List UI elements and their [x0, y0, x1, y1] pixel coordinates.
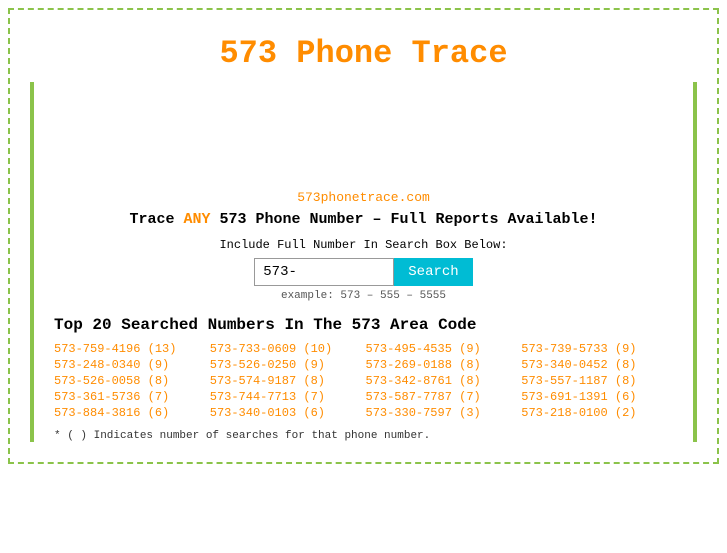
number-link[interactable]: 573-739-5733 (9) [521, 342, 673, 356]
search-label: Include Full Number In Search Box Below: [54, 238, 673, 252]
tagline-prefix: Trace [129, 211, 183, 228]
page-title: 573 Phone Trace [30, 20, 697, 82]
ad-space [54, 82, 673, 182]
tagline-suffix: 573 Phone Number – Full Reports Availabl… [210, 211, 597, 228]
search-input[interactable] [254, 258, 394, 286]
number-link[interactable]: 573-691-1391 (6) [521, 390, 673, 404]
footnote: * ( ) Indicates number of searches for t… [54, 430, 673, 442]
number-link[interactable]: 573-526-0058 (8) [54, 374, 206, 388]
top-numbers-title: Top 20 Searched Numbers In The 573 Area … [54, 316, 673, 334]
number-link[interactable]: 573-248-0340 (9) [54, 358, 206, 372]
number-link[interactable]: 573-361-5736 (7) [54, 390, 206, 404]
number-link[interactable]: 573-340-0103 (6) [210, 406, 362, 420]
search-example: example: 573 – 555 – 5555 [54, 290, 673, 302]
number-link[interactable]: 573-884-3816 (6) [54, 406, 206, 420]
number-link[interactable]: 573-574-9187 (8) [210, 374, 362, 388]
number-link[interactable]: 573-330-7597 (3) [366, 406, 518, 420]
search-section: Include Full Number In Search Box Below:… [54, 238, 673, 302]
tagline: Trace ANY 573 Phone Number – Full Report… [54, 211, 673, 228]
number-link[interactable]: 573-587-7787 (7) [366, 390, 518, 404]
number-link[interactable]: 573-495-4535 (9) [366, 342, 518, 356]
search-row: Search [54, 258, 673, 286]
tagline-highlight: ANY [183, 211, 210, 228]
number-link[interactable]: 573-557-1187 (8) [521, 374, 673, 388]
numbers-grid: 573-759-4196 (13) 573-733-0609 (10) 573-49… [54, 342, 673, 420]
number-link[interactable]: 573-744-7713 (7) [210, 390, 362, 404]
number-link[interactable]: 573-340-0452 (8) [521, 358, 673, 372]
number-link[interactable]: 573-759-4196 (13) [54, 342, 206, 356]
number-link[interactable]: 573-733-0609 (10) [210, 342, 362, 356]
number-link[interactable]: 573-526-0250 (9) [210, 358, 362, 372]
number-link[interactable]: 573-342-8761 (8) [366, 374, 518, 388]
search-button[interactable]: Search [394, 258, 472, 286]
number-link[interactable]: 573-269-0188 (8) [366, 358, 518, 372]
site-url: 573phonetrace.com [54, 190, 673, 205]
number-link[interactable]: 573-218-0100 (2) [521, 406, 673, 420]
